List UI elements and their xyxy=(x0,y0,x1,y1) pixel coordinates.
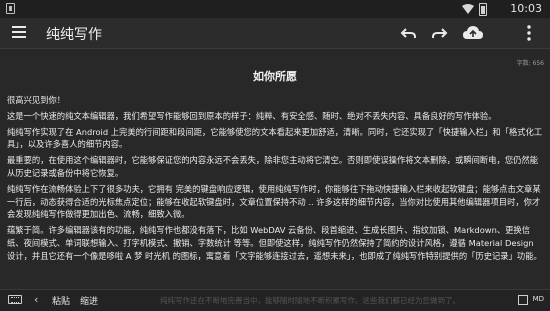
paragraph[interactable]: 蕴繁于简。许多编辑器该有的功能，纯纯写作也都没有落下，比如 WebDAV 云备份… xyxy=(7,224,543,262)
paragraph[interactable]: 纯纯写作实现了在 Android 上完美的行间距和段间距，它能够使您的文本看起来… xyxy=(7,126,543,152)
markdown-checkbox[interactable] xyxy=(518,295,528,305)
app-title: 纯纯写作 xyxy=(46,27,102,43)
more-vert-icon[interactable] xyxy=(524,24,534,42)
status-time: 10:03 xyxy=(510,2,542,15)
undo-icon[interactable] xyxy=(400,24,418,42)
sim-card-icon xyxy=(6,3,15,14)
app-toolbar: 纯纯写作 xyxy=(0,18,550,49)
markdown-label: MD xyxy=(532,295,544,303)
wifi-icon xyxy=(462,4,474,14)
editor-body[interactable]: 很高兴见到你！ 这是一个快速的纯文本编辑器，我们希望写作能够回到原本的样子：纯粹… xyxy=(7,94,543,290)
cloud-upload-icon[interactable] xyxy=(462,24,484,42)
paragraph[interactable]: 纯纯写作在流畅体验上下了很多功夫，它拥有 完美的键盘响应逻辑，使用纯纯写作时，你… xyxy=(7,183,543,221)
keyboard-icon[interactable] xyxy=(8,295,22,304)
indent-button[interactable]: 缩进 xyxy=(80,294,98,307)
redo-icon[interactable] xyxy=(430,24,448,42)
paragraph[interactable]: 最重要的，在使用这个编辑器时，它能够保证您的内容永远不会丢失，除非您主动将它清空… xyxy=(7,154,543,180)
paste-button[interactable]: 粘贴 xyxy=(52,294,70,307)
quick-input-bar: ‹ 粘贴 缩进 纯纯写作还在不断地完善当中，能够随时随地不断积累写作。这些我们都… xyxy=(0,289,550,311)
paragraph[interactable]: 这是一个快速的纯文本编辑器，我们希望写作能够回到原本的样子：纯粹、有安全感、随时… xyxy=(7,110,543,123)
status-bar: 10:03 xyxy=(0,0,550,18)
word-count: 字数: 656 xyxy=(516,60,544,67)
menu-icon[interactable] xyxy=(12,26,26,38)
chevron-left-icon[interactable]: ‹ xyxy=(34,293,38,306)
document-title[interactable]: 如你所愿 xyxy=(0,68,550,84)
obscured-text: 纯纯写作还在不断地完善当中，能够随时随地不断积累写作。这些我们都已经为您做到了。 xyxy=(160,296,460,305)
battery-icon xyxy=(479,3,487,16)
paragraph[interactable]: 很高兴见到你！ xyxy=(7,94,543,107)
